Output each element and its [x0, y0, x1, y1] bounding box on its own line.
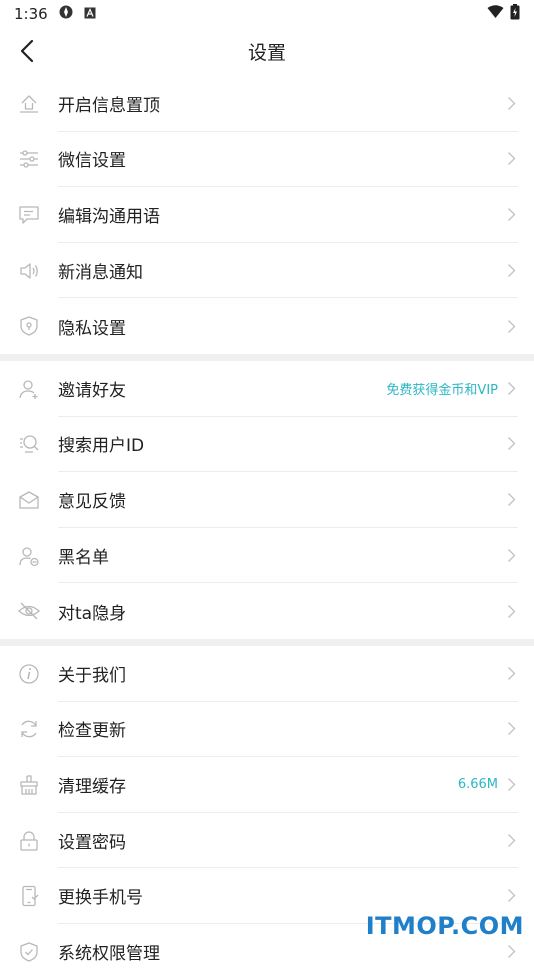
refresh-icon: [0, 702, 58, 758]
settings-row[interactable]: 清理缓存6.66M: [0, 757, 534, 813]
chevron-right-icon: [504, 263, 518, 277]
battery-icon: [510, 4, 520, 24]
row-label: 新消息通知: [58, 258, 504, 283]
status-bar: 1:36: [0, 0, 534, 28]
row-body: 编辑沟通用语: [58, 187, 518, 243]
chevron-right-icon: [504, 152, 518, 166]
row-label: 编辑沟通用语: [58, 202, 504, 227]
settings-row[interactable]: 黑名单: [0, 528, 534, 584]
status-time: 1:36: [14, 5, 48, 23]
chevron-right-icon: [504, 604, 518, 618]
eye-off-icon: [0, 583, 58, 639]
row-extra-text: 6.66M: [458, 777, 498, 792]
chevron-right-icon: [504, 777, 518, 791]
lock-icon: [0, 813, 58, 869]
section-divider: [0, 639, 534, 646]
watermark: ITMOP.COM: [366, 912, 524, 940]
chevron-right-icon: [504, 548, 518, 562]
row-body: 黑名单: [58, 528, 518, 584]
search-user-icon: [0, 417, 58, 473]
row-body: 新消息通知: [58, 243, 518, 299]
settings-row[interactable]: 搜索用户ID: [0, 417, 534, 473]
settings-row[interactable]: 意见反馈: [0, 472, 534, 528]
a-notification-icon: [84, 5, 96, 23]
row-label: 系统权限管理: [58, 939, 504, 964]
settings-row[interactable]: 微信设置: [0, 132, 534, 188]
row-label: 邀请好友: [58, 376, 386, 401]
row-body: 微信设置: [58, 132, 518, 188]
chevron-right-icon: [504, 945, 518, 959]
chevron-right-icon: [504, 666, 518, 680]
row-label: 对ta隐身: [58, 599, 504, 624]
row-label: 开启信息置顶: [58, 91, 504, 116]
settings-row[interactable]: 邀请好友免费获得金币和VIP: [0, 361, 534, 417]
row-body: 邀请好友免费获得金币和VIP: [58, 361, 518, 417]
settings-row[interactable]: 隐私设置: [0, 298, 534, 354]
row-body: 清理缓存6.66M: [58, 757, 518, 813]
settings-row[interactable]: 关于我们: [0, 646, 534, 702]
settings-row[interactable]: 编辑沟通用语: [0, 187, 534, 243]
chevron-right-icon: [504, 437, 518, 451]
app-notification-icon: [58, 4, 74, 24]
row-body: 隐私设置: [58, 298, 518, 354]
chevron-right-icon: [504, 319, 518, 333]
info-icon: [0, 646, 58, 702]
row-label: 更换手机号: [58, 883, 504, 908]
row-body: 搜索用户ID: [58, 417, 518, 473]
chevron-right-icon: [504, 381, 518, 395]
page-title: 设置: [248, 38, 286, 65]
settings-row[interactable]: 开启信息置顶: [0, 76, 534, 132]
chevron-right-icon: [504, 96, 518, 110]
row-extra-text: 免费获得金币和VIP: [386, 379, 498, 398]
back-button[interactable]: [14, 38, 40, 64]
envelope-icon: [0, 472, 58, 528]
row-label: 关于我们: [58, 661, 504, 686]
row-body: 意见反馈: [58, 472, 518, 528]
shield-icon: [0, 298, 58, 354]
settings-row[interactable]: 检查更新: [0, 702, 534, 758]
add-user-icon: [0, 361, 58, 417]
permission-icon: [0, 924, 58, 980]
section-divider: [0, 354, 534, 361]
chevron-right-icon: [504, 492, 518, 506]
row-label: 黑名单: [58, 543, 504, 568]
block-user-icon: [0, 528, 58, 584]
speaker-icon: [0, 243, 58, 299]
row-label: 检查更新: [58, 716, 504, 741]
row-label: 搜索用户ID: [58, 431, 504, 456]
broom-icon: [0, 757, 58, 813]
settings-row[interactable]: 新消息通知: [0, 243, 534, 299]
row-body: 开启信息置顶: [58, 76, 518, 132]
row-label: 微信设置: [58, 146, 504, 171]
row-label: 隐私设置: [58, 314, 504, 339]
row-label: 清理缓存: [58, 772, 458, 797]
pin-top-icon: [0, 76, 58, 132]
chevron-right-icon: [504, 207, 518, 221]
row-body: 检查更新: [58, 702, 518, 758]
settings-list: 开启信息置顶微信设置编辑沟通用语新消息通知隐私设置邀请好友免费获得金币和VIP 搜…: [0, 76, 534, 980]
chevron-right-icon: [504, 889, 518, 903]
message-icon: [0, 187, 58, 243]
row-body: 设置密码: [58, 813, 518, 869]
row-body: 关于我们: [58, 646, 518, 702]
title-bar: 设置: [0, 28, 534, 74]
settings-row[interactable]: 设置密码: [0, 813, 534, 869]
phone-icon: [0, 868, 58, 924]
sliders-icon: [0, 132, 58, 188]
row-label: 设置密码: [58, 828, 504, 853]
wifi-icon: [487, 5, 504, 23]
chevron-right-icon: [504, 722, 518, 736]
chevron-right-icon: [504, 833, 518, 847]
settings-row[interactable]: 对ta隐身: [0, 583, 534, 639]
row-body: 对ta隐身: [58, 583, 518, 639]
row-label: 意见反馈: [58, 487, 504, 512]
back-arrow-icon: [20, 39, 34, 63]
